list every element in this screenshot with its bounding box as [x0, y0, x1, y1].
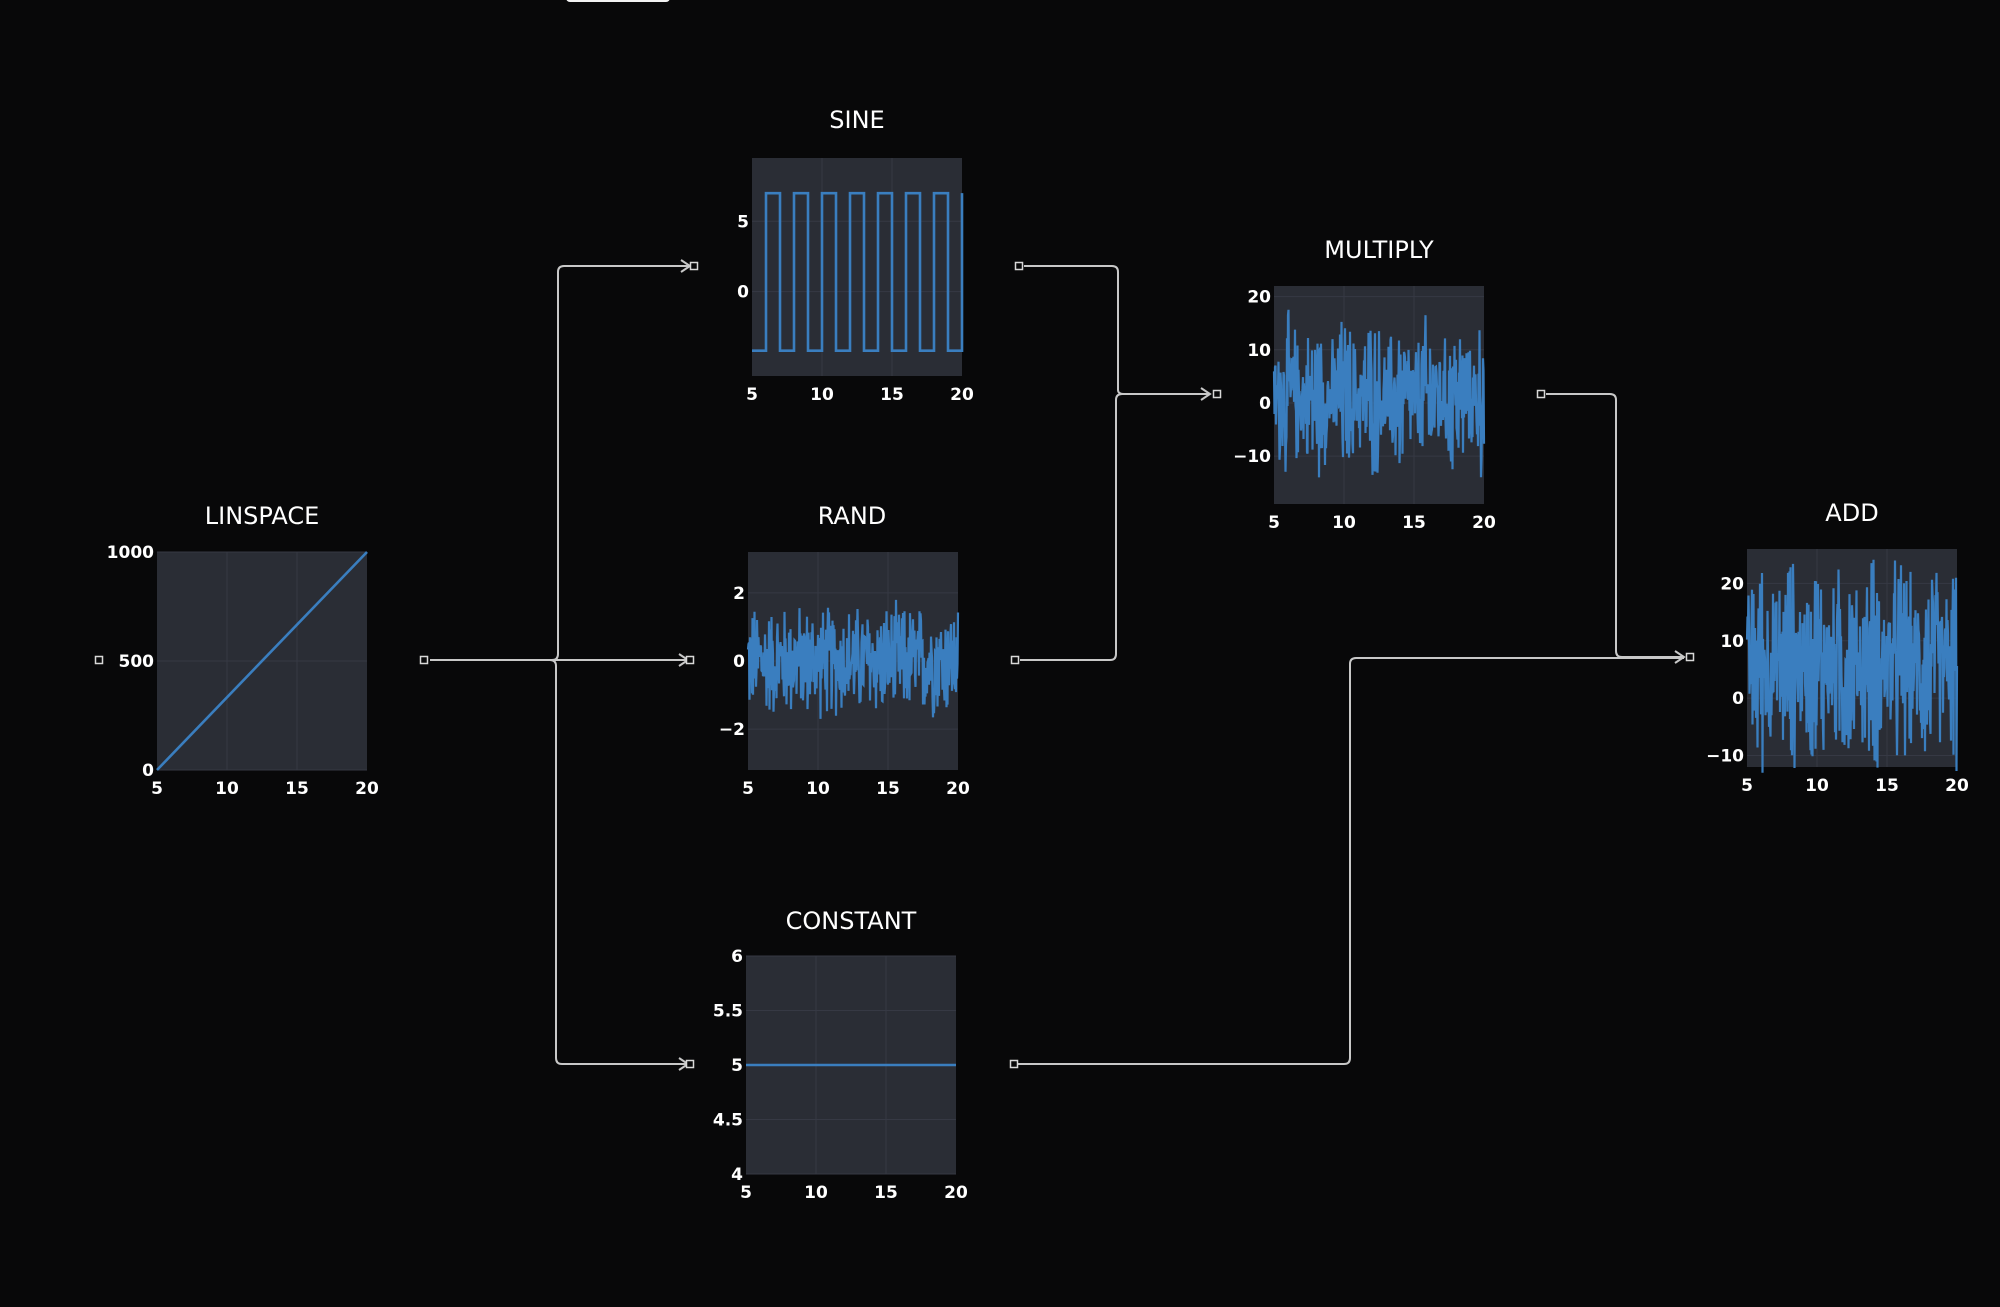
node-title-rand: RAND: [818, 502, 887, 530]
rand-xtick: 20: [946, 779, 970, 799]
add-ytick: 0: [1732, 689, 1744, 709]
sine-xtick: 20: [950, 385, 974, 405]
rand-xtick: 15: [876, 779, 900, 799]
edge-sine-to-multiply: [1024, 265, 1210, 395]
node-title-add: ADD: [1825, 499, 1878, 527]
multiply-in-port[interactable]: [1212, 389, 1222, 399]
linspace-xtick: 20: [355, 779, 379, 799]
constant-ytick: 4: [731, 1165, 743, 1185]
sine-ytick: 5: [737, 212, 749, 232]
rand-out-port[interactable]: [1010, 655, 1020, 665]
rand-ytick: 0: [733, 652, 745, 672]
add-xtick: 15: [1875, 776, 1899, 796]
add-ytick: 20: [1720, 574, 1744, 594]
linspace-xtick: 10: [215, 779, 239, 799]
add-ytick: 10: [1720, 632, 1744, 652]
rand-xtick: 5: [742, 779, 754, 799]
add-in-port[interactable]: [1685, 652, 1695, 662]
constant-out-port[interactable]: [1009, 1059, 1019, 1069]
linspace-in-port[interactable]: [94, 655, 104, 665]
constant-ytick: 4.5: [713, 1111, 743, 1131]
linspace-xtick: 5: [151, 779, 163, 799]
node-title-sine: SINE: [829, 106, 884, 134]
toolbar-tab[interactable]: [566, 0, 670, 2]
flow-canvas[interactable]: SINE RAND LINSPACE CONSTANT MULTIPLY ADD…: [0, 0, 2000, 1307]
constant-xtick: 5: [740, 1183, 752, 1203]
linspace-ytick: 500: [119, 652, 155, 672]
edge-constant-to-add: [1018, 657, 1684, 1065]
node-title-multiply: MULTIPLY: [1324, 236, 1434, 264]
add-xtick: 10: [1805, 776, 1829, 796]
multiply-ytick: 0: [1259, 394, 1271, 414]
sine-out-port[interactable]: [1014, 261, 1024, 271]
constant-in-port[interactable]: [685, 1059, 695, 1069]
linspace-ytick: 0: [142, 761, 154, 781]
sine-in-port[interactable]: [689, 261, 699, 271]
node-title-constant: CONSTANT: [786, 907, 917, 935]
edge-linspace-to-sine: [430, 265, 690, 661]
node-sine-plot[interactable]: 5 10 15 20 0 5: [737, 158, 974, 405]
constant-ytick: 5.5: [713, 1002, 743, 1022]
constant-xtick: 10: [804, 1183, 828, 1203]
node-constant-plot[interactable]: 5 10 15 20 4 4.5 5 5.5 6: [713, 947, 968, 1203]
sine-xtick: 15: [880, 385, 904, 405]
multiply-ytick: 10: [1247, 341, 1271, 361]
node-title-linspace: LINSPACE: [205, 502, 320, 530]
linspace-xtick: 15: [285, 779, 309, 799]
linspace-ytick: 1000: [107, 543, 154, 563]
multiply-out-port[interactable]: [1536, 389, 1546, 399]
multiply-xtick: 15: [1402, 513, 1426, 533]
constant-ytick: 6: [731, 947, 743, 967]
edge-rand-to-multiply: [1020, 393, 1210, 661]
edge-linspace-to-constant: [430, 659, 688, 1065]
node-rand-plot[interactable]: 5 10 15 20 −2 0 2: [719, 552, 970, 799]
multiply-xtick: 10: [1332, 513, 1356, 533]
node-add-plot[interactable]: 5 10 15 20 −10 0 10 20: [1706, 549, 1969, 796]
multiply-xtick: 5: [1268, 513, 1280, 533]
add-ytick: −10: [1706, 747, 1744, 767]
linspace-out-port[interactable]: [419, 655, 429, 665]
constant-xtick: 15: [874, 1183, 898, 1203]
sine-ytick: 0: [737, 283, 749, 303]
sine-plot-area: [752, 158, 962, 376]
add-xtick: 5: [1741, 776, 1753, 796]
multiply-ytick: −10: [1233, 447, 1271, 467]
rand-ytick: 2: [733, 584, 745, 604]
rand-ytick: −2: [719, 720, 745, 740]
rand-in-port[interactable]: [685, 655, 695, 665]
multiply-xtick: 20: [1472, 513, 1496, 533]
sine-xtick: 5: [746, 385, 758, 405]
node-linspace-plot[interactable]: 5 10 15 20 0 500 1000: [107, 543, 379, 799]
edge-multiply-to-add: [1546, 393, 1684, 658]
constant-xtick: 20: [944, 1183, 968, 1203]
multiply-ytick: 20: [1247, 288, 1271, 308]
node-multiply-plot[interactable]: 5 10 15 20 −10 0 10 20: [1233, 286, 1496, 533]
constant-ytick: 5: [731, 1056, 743, 1076]
sine-xtick: 10: [810, 385, 834, 405]
add-xtick: 20: [1945, 776, 1969, 796]
rand-xtick: 10: [806, 779, 830, 799]
edges-layer: [430, 259, 1686, 1071]
